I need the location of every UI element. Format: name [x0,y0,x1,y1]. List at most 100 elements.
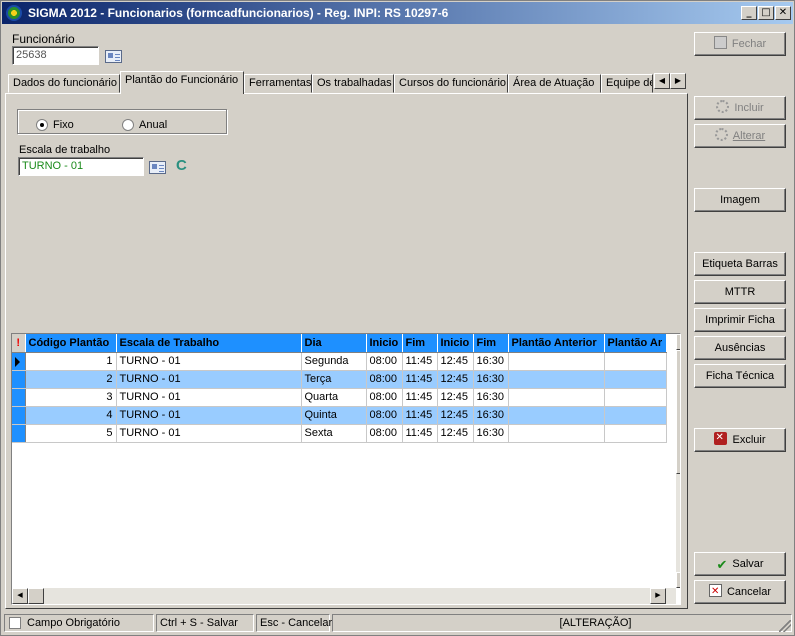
escala-field[interactable]: TURNO - 01 [18,157,144,176]
scroll-down-icon[interactable]: ▼ [676,572,680,588]
cell-escala[interactable]: TURNO - 01 [116,352,302,371]
refresh-icon[interactable]: C [176,157,187,174]
col-header-fim2[interactable]: Fim [473,334,509,353]
cell-plantao-anterior[interactable] [508,388,605,407]
row-indicator[interactable] [12,424,26,443]
cancelar-button[interactable]: Cancelar [694,580,786,604]
salvar-button[interactable]: ✔ Salvar [694,552,786,576]
grid-horizontal-scrollbar[interactable]: ◀ ▶ [12,588,676,604]
cell-plantao-ar[interactable] [604,406,667,425]
scroll-up-icon[interactable]: ▲ [676,334,680,350]
cell-dia[interactable]: Quinta [301,406,367,425]
radio-fixo[interactable] [36,119,48,131]
cell-fim2[interactable]: 16:30 [473,406,509,425]
table-row[interactable]: 4 TURNO - 01 Quinta 08:00 11:45 12:45 16… [12,406,667,425]
cell-inicio2[interactable]: 12:45 [437,406,474,425]
cell-inicio2[interactable]: 12:45 [437,352,474,371]
horizontal-scroll-thumb[interactable] [28,588,44,604]
funcionario-field[interactable]: 25638 [12,46,99,65]
maximize-button[interactable]: □ [758,6,774,20]
cell-plantao-anterior[interactable] [508,424,605,443]
escala-lookup-icon[interactable] [149,161,166,174]
cell-inicio[interactable]: 08:00 [366,406,403,425]
fechar-button[interactable]: Fechar [694,32,786,56]
minimize-button[interactable]: _ [741,6,757,20]
cell-fim[interactable]: 11:45 [402,370,438,389]
col-header-codigo[interactable]: Código Plantão [25,334,117,353]
cell-fim2[interactable]: 16:30 [473,352,509,371]
cell-inicio2[interactable]: 12:45 [437,370,474,389]
cell-plantao-ar[interactable] [604,352,667,371]
cell-dia[interactable]: Terça [301,370,367,389]
ausencias-button[interactable]: Ausências [694,336,786,360]
tab-os-trabalhadas[interactable]: Os trabalhadas [312,74,394,93]
cell-escala[interactable]: TURNO - 01 [116,406,302,425]
title-bar[interactable]: SIGMA 2012 - Funcionarios (formcadfuncio… [2,2,793,24]
col-header-escala[interactable]: Escala de Trabalho [116,334,302,353]
close-button[interactable]: ✕ [775,6,791,20]
cell-codigo[interactable]: 4 [25,406,117,425]
ficha-tecnica-button[interactable]: Ficha Técnica [694,364,786,388]
scroll-right-icon[interactable]: ▶ [650,588,666,604]
imprimir-ficha-button[interactable]: Imprimir Ficha [694,308,786,332]
cell-inicio[interactable]: 08:00 [366,352,403,371]
cell-codigo[interactable]: 1 [25,352,117,371]
cell-inicio[interactable]: 08:00 [366,424,403,443]
resize-grip-icon[interactable] [779,620,791,632]
tab-equipe[interactable]: Equipe de [601,74,653,93]
cell-escala[interactable]: TURNO - 01 [116,424,302,443]
cell-inicio2[interactable]: 12:45 [437,388,474,407]
tab-scroll-right-icon[interactable]: ▶ [670,73,686,89]
imagem-button[interactable]: Imagem [694,188,786,212]
col-header-dia[interactable]: Dia [301,334,367,353]
row-indicator[interactable] [12,406,26,425]
cell-plantao-ar[interactable] [604,424,667,443]
cell-codigo[interactable]: 2 [25,370,117,389]
cell-dia[interactable]: Quarta [301,388,367,407]
excluir-button[interactable]: Excluir [694,427,786,452]
col-header-inicio[interactable]: Inicio [366,334,403,353]
row-indicator[interactable] [12,370,26,389]
cell-inicio2[interactable]: 12:45 [437,424,474,443]
vertical-scroll-thumb[interactable] [676,350,680,474]
plantao-grid[interactable]: ! Código Plantão Escala de Trabalho Dia … [11,333,681,605]
cell-plantao-anterior[interactable] [508,352,605,371]
cell-dia[interactable]: Segunda [301,352,367,371]
cell-plantao-ar[interactable] [604,370,667,389]
cell-fim[interactable]: 11:45 [402,424,438,443]
tab-plantao-funcionario[interactable]: Plantão do Funcionário [120,71,244,94]
cell-plantao-anterior[interactable] [508,370,605,389]
funcionario-lookup-icon[interactable] [105,50,122,63]
alterar-button[interactable]: Alterar [694,124,786,148]
tab-area-atuacao[interactable]: Área de Atuação [508,74,601,93]
cell-plantao-anterior[interactable] [508,406,605,425]
cell-dia[interactable]: Sexta [301,424,367,443]
cell-fim[interactable]: 11:45 [402,406,438,425]
table-row[interactable]: 3 TURNO - 01 Quarta 08:00 11:45 12:45 16… [12,388,667,407]
tab-dados-funcionario[interactable]: Dados do funcionário [8,74,120,93]
incluir-button[interactable]: Incluir [694,96,786,120]
radio-anual[interactable] [122,119,134,131]
cell-inicio[interactable]: 08:00 [366,370,403,389]
mttr-button[interactable]: MTTR [694,280,786,304]
grid-vertical-scrollbar[interactable]: ▲ ▼ [676,334,680,588]
table-row[interactable]: 1 TURNO - 01 Segunda 08:00 11:45 12:45 1… [12,352,667,371]
col-header-plantao-anterior[interactable]: Plantão Anterior [508,334,605,353]
cell-fim2[interactable]: 16:30 [473,424,509,443]
tab-ferramentas[interactable]: Ferramentas [244,74,312,93]
scroll-left-icon[interactable]: ◀ [12,588,28,604]
cell-fim2[interactable]: 16:30 [473,388,509,407]
tab-scroll-left-icon[interactable]: ◀ [654,73,670,89]
row-indicator[interactable] [12,388,26,407]
cell-fim2[interactable]: 16:30 [473,370,509,389]
col-header-fim[interactable]: Fim [402,334,438,353]
cell-escala[interactable]: TURNO - 01 [116,388,302,407]
cell-codigo[interactable]: 5 [25,424,117,443]
col-header-plantao-ar[interactable]: Plantão Ar [604,334,667,353]
cell-fim[interactable]: 11:45 [402,388,438,407]
col-header-inicio2[interactable]: Inicio [437,334,474,353]
cell-codigo[interactable]: 3 [25,388,117,407]
cell-fim[interactable]: 11:45 [402,352,438,371]
etiqueta-barras-button[interactable]: Etiqueta Barras [694,252,786,276]
row-indicator[interactable] [12,352,26,371]
